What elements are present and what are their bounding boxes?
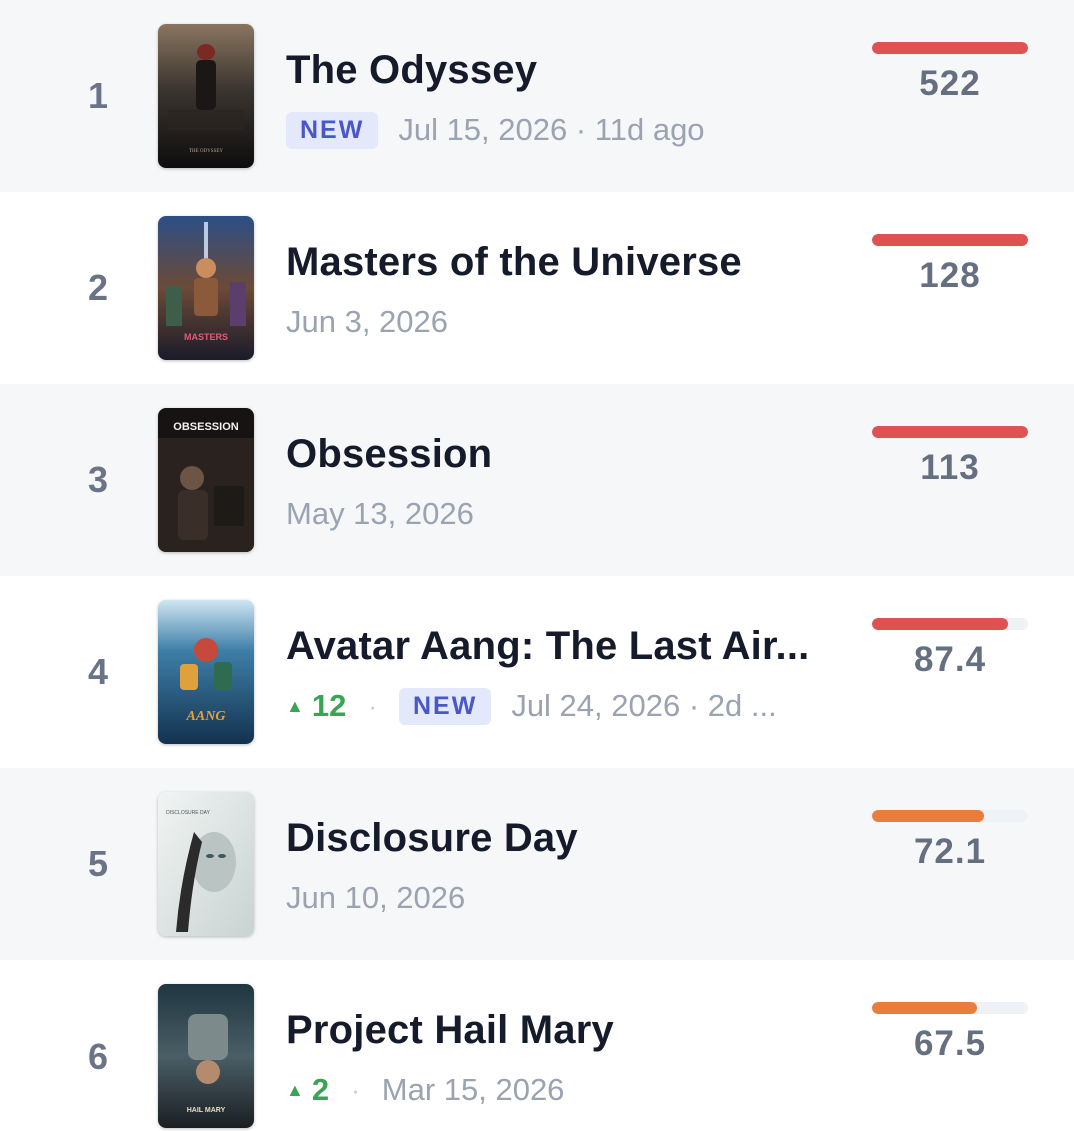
score-block: 67.5 [872, 1002, 1028, 1112]
poster-image: OBSESSION [158, 408, 254, 552]
triangle-up-icon: ▲ [286, 695, 304, 716]
poster-image: HAIL MARY [158, 984, 254, 1128]
score-bar-fill [872, 1002, 978, 1014]
rank-number: 2 [87, 267, 109, 308]
score-bar-track [872, 426, 1028, 438]
score-bar-track [872, 810, 1028, 822]
release-date: May 13, 2026 [286, 496, 474, 531]
ranking-row-3[interactable]: 3 OBSESSION Obsession May 13, 2026 113 [0, 384, 1074, 576]
score-bar-track [872, 42, 1028, 54]
svg-text:THE ODYSSEY: THE ODYSSEY [189, 149, 223, 154]
ranking-row-6[interactable]: 6 HAIL MARY Project Hail Mary ▲ 2 · Mar … [0, 960, 1074, 1131]
new-badge: NEW [286, 111, 379, 149]
release-date: Jul 24, 2026 · 2d ... [511, 688, 777, 723]
release-date: Jun 3, 2026 [286, 304, 449, 339]
rank-change-value: 12 [311, 688, 347, 723]
poster-image: AANG [158, 600, 254, 744]
score-block: 522 [872, 42, 1028, 152]
release-date: Jul 15, 2026 · 11d ago [398, 112, 705, 147]
poster-project-hail-mary[interactable]: HAIL MARY [158, 984, 254, 1128]
rank-number: 1 [87, 75, 109, 116]
score-value: 87.4 [913, 640, 987, 679]
score-bar-track [872, 618, 1028, 630]
release-date: Jun 10, 2026 [286, 880, 466, 915]
movie-title[interactable]: The Odyssey [286, 48, 846, 93]
score-value: 72.1 [913, 832, 987, 871]
score-block: 113 [872, 426, 1028, 536]
rank-change: ▲ 12 [286, 688, 346, 724]
poster-the-odyssey[interactable]: THE ODYSSEY [158, 24, 254, 168]
score-block: 128 [872, 234, 1028, 344]
score-bar-fill [872, 810, 985, 822]
movie-meta: May 13, 2026 [286, 490, 846, 538]
score-bar-track [872, 1002, 1028, 1014]
poster-avatar-aang[interactable]: AANG [158, 600, 254, 744]
score-value: 128 [919, 256, 981, 295]
rank-change-value: 2 [311, 1072, 330, 1107]
movie-meta: Jun 10, 2026 [286, 874, 846, 922]
movie-meta: Jun 3, 2026 [286, 298, 846, 346]
score-bar-fill [872, 618, 1009, 630]
ranking-row-2[interactable]: 2 MASTERS Masters of the Universe Jun 3,… [0, 192, 1074, 384]
movie-title[interactable]: Masters of the Universe [286, 240, 846, 285]
rank-change: ▲ 2 [286, 1072, 329, 1108]
ranking-list: 1 THE ODYSSEY The Odyssey NEW Jul 15, 20… [0, 0, 1074, 1131]
movie-meta: ▲ 2 · Mar 15, 2026 [286, 1066, 846, 1114]
score-bar-fill [872, 426, 1028, 438]
svg-text:OBSESSION: OBSESSION [173, 421, 238, 433]
svg-text:MASTERS: MASTERS [184, 332, 228, 342]
score-bar-fill [872, 42, 1028, 54]
rank-number: 6 [87, 1036, 109, 1077]
poster-masters-of-the-universe[interactable]: MASTERS [158, 216, 254, 360]
score-bar-fill [872, 234, 1028, 246]
poster-disclosure-day[interactable]: DISCLOSURE DAY [158, 792, 254, 936]
movie-title[interactable]: Avatar Aang: The Last Air... [286, 624, 846, 669]
poster-obsession[interactable]: OBSESSION [158, 408, 254, 552]
rank-number: 4 [87, 651, 109, 692]
score-value: 67.5 [913, 1024, 987, 1063]
ranking-row-4[interactable]: 4 AANG Avatar Aang: The Last Air... ▲ 12… [0, 576, 1074, 768]
svg-text:DISCLOSURE DAY: DISCLOSURE DAY [166, 810, 210, 816]
movie-title[interactable]: Obsession [286, 432, 846, 477]
rank-number: 5 [87, 843, 109, 884]
movie-title[interactable]: Project Hail Mary [286, 1008, 846, 1053]
ranking-row-5[interactable]: 5 DISCLOSURE DAY Disclosure Day Jun 10, … [0, 768, 1074, 960]
score-block: 72.1 [872, 810, 1028, 920]
svg-text:HAIL MARY: HAIL MARY [187, 1107, 226, 1114]
score-bar-track [872, 234, 1028, 246]
ranking-row-1[interactable]: 1 THE ODYSSEY The Odyssey NEW Jul 15, 20… [0, 0, 1074, 192]
release-date: Mar 15, 2026 [381, 1072, 565, 1107]
score-block: 87.4 [872, 618, 1028, 728]
new-badge: NEW [398, 687, 492, 725]
score-value: 522 [919, 64, 981, 103]
score-value: 113 [920, 448, 980, 487]
triangle-up-icon: ▲ [286, 1079, 304, 1100]
poster-image: DISCLOSURE DAY [158, 792, 254, 936]
movie-meta: ▲ 12 · NEW Jul 24, 2026 · 2d ... [286, 682, 846, 730]
dot-separator: · [368, 690, 377, 721]
dot-separator: · [351, 1074, 360, 1105]
poster-image: THE ODYSSEY [158, 24, 254, 168]
movie-title[interactable]: Disclosure Day [286, 816, 846, 861]
poster-image: MASTERS [158, 216, 254, 360]
movie-meta: NEW Jul 15, 2026 · 11d ago [286, 106, 846, 154]
rank-number: 3 [87, 459, 109, 500]
svg-text:AANG: AANG [186, 709, 226, 724]
